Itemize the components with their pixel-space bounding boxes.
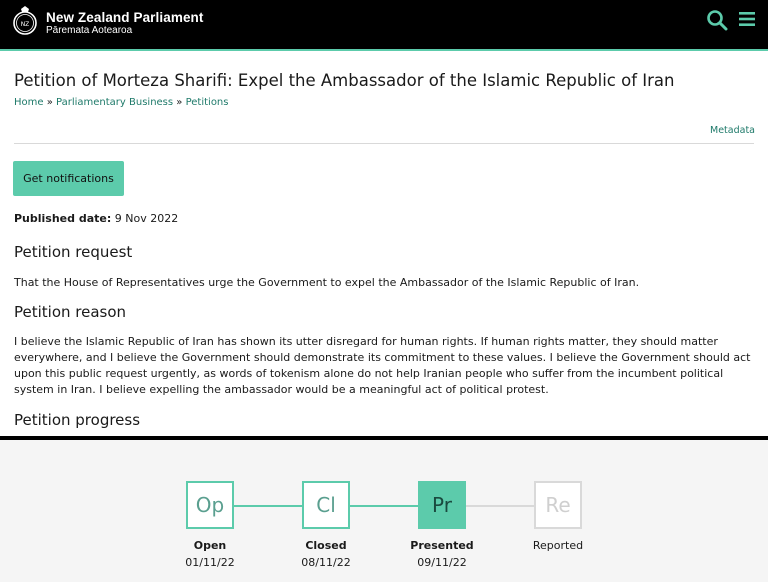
step-label: Reported [532, 539, 584, 552]
petition-reason-heading: Petition reason [14, 303, 127, 321]
published-date-label: Published date: [14, 212, 112, 225]
step-label: Open [193, 539, 227, 552]
step-date: 01/11/22 [185, 556, 235, 569]
petition-request-text: That the House of Representatives urge t… [14, 276, 640, 289]
menu-icon[interactable] [738, 10, 756, 28]
step-date: 09/11/22 [417, 556, 467, 569]
brand-title[interactable]: New Zealand Parliament [46, 10, 204, 25]
published-date: Published date: 9 Nov 2022 [14, 212, 178, 225]
step-date: 08/11/22 [301, 556, 351, 569]
breadcrumb-separator: » [173, 97, 186, 108]
svg-text:NZ: NZ [21, 21, 30, 28]
breadcrumb-separator: » [43, 97, 57, 108]
divider [14, 143, 754, 144]
metadata-link[interactable]: Metadata [710, 125, 755, 136]
published-date-value: 9 Nov 2022 [111, 212, 179, 225]
get-notifications-button[interactable]: Get notifications [13, 161, 124, 196]
progress-step-reported: Re Reported [513, 481, 603, 552]
progress-step-open: Op Open 01/11/22 [165, 481, 255, 569]
step-label: Presented [410, 539, 474, 552]
breadcrumb-petitions[interactable]: Petitions [186, 97, 229, 108]
step-reported-icon: Re [534, 481, 582, 529]
petition-reason-text: I believe the Islamic Republic of Iran h… [14, 335, 751, 396]
progress-step-presented: Pr Presented 09/11/22 [397, 481, 487, 569]
step-label: Closed [305, 539, 347, 552]
breadcrumb-parliamentary-business[interactable]: Parliamentary Business [56, 97, 173, 108]
nz-parliament-crest-icon[interactable]: NZ [12, 6, 38, 38]
step-closed-icon: Cl [302, 481, 350, 529]
search-icon[interactable] [706, 9, 728, 31]
petition-progress-heading: Petition progress [14, 411, 141, 429]
petition-request-heading: Petition request [14, 243, 133, 261]
site-header: NZ New Zealand Parliament Pāremata Aotea… [0, 0, 768, 51]
step-presented-icon: Pr [418, 481, 466, 529]
page-title: Petition of Morteza Sharifi: Expel the A… [14, 71, 675, 90]
step-open-icon: Op [186, 481, 234, 529]
petition-progress-tracker [0, 440, 768, 582]
breadcrumb: Home » Parliamentary Business » Petition… [14, 97, 228, 108]
progress-step-closed: Cl Closed 08/11/22 [281, 481, 371, 569]
brand-subtitle[interactable]: Pāremata Aotearoa [46, 25, 132, 36]
breadcrumb-home[interactable]: Home [14, 97, 44, 108]
